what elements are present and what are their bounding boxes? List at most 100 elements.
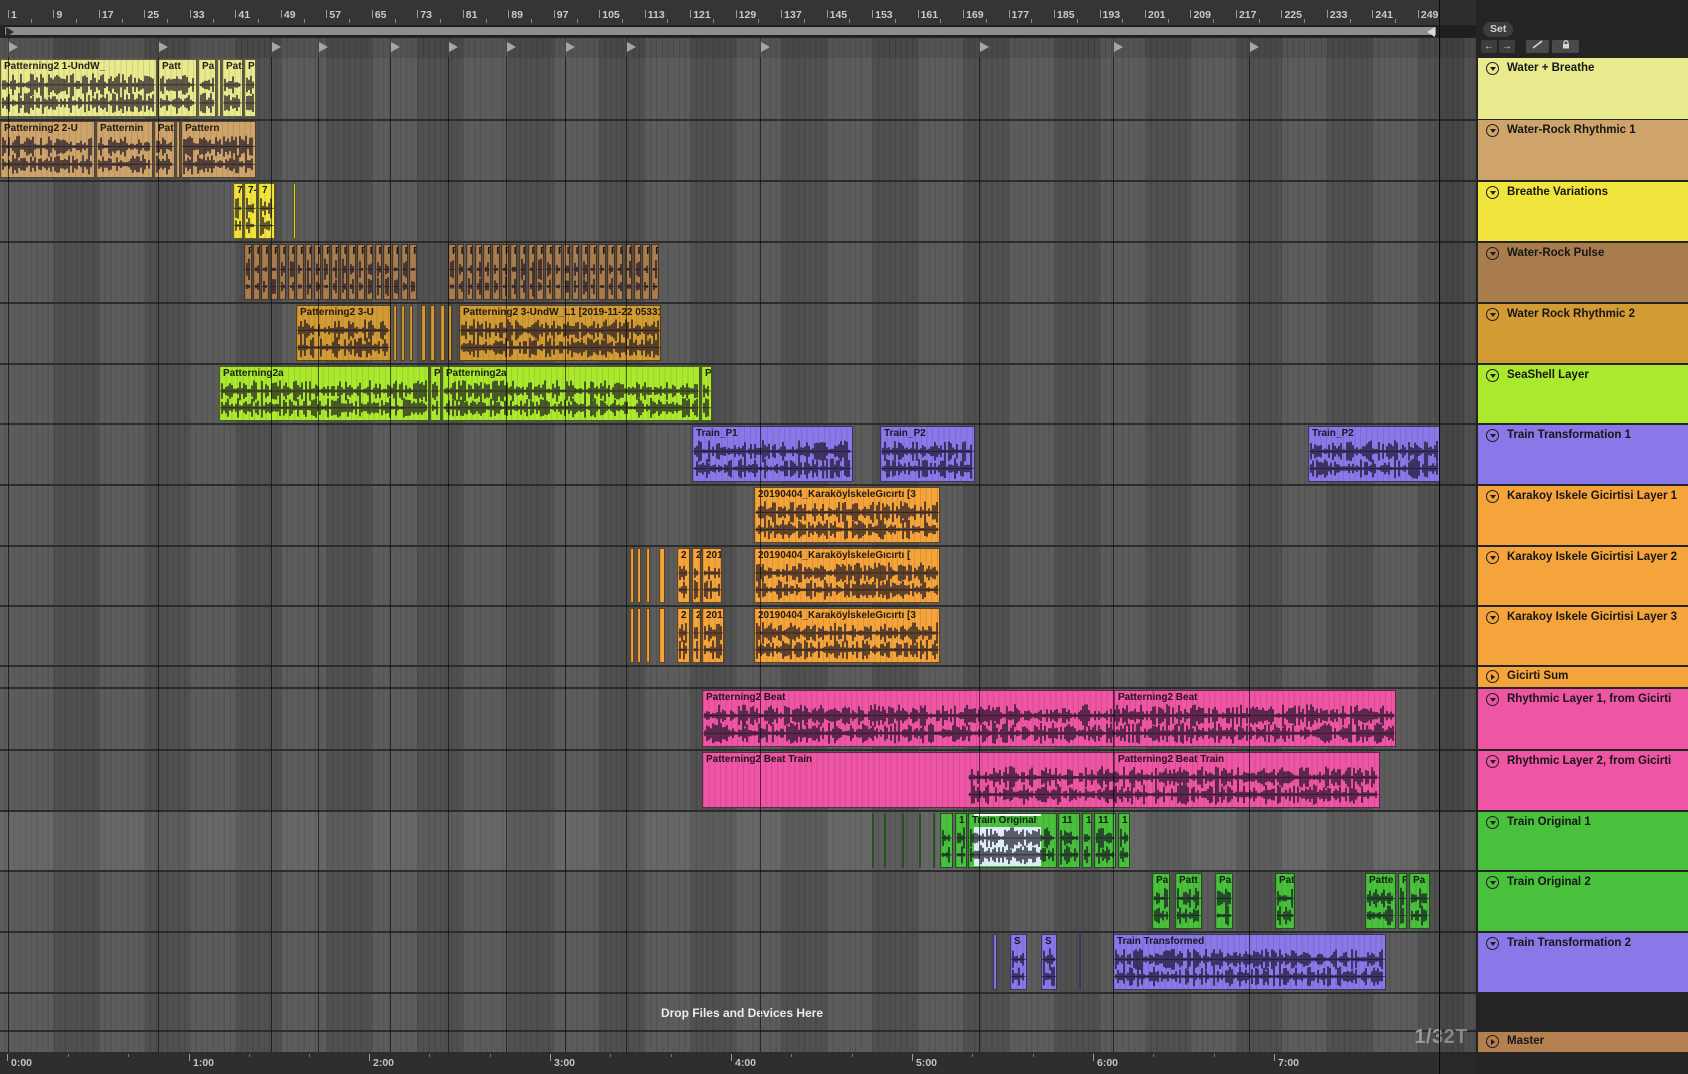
clip-1[interactable]: 1 (1082, 813, 1092, 868)
clip-p[interactable]: P (536, 244, 544, 300)
track-header-water-rock-rhythmic-2[interactable]: Water Rock Rhythmic 2 (1478, 304, 1688, 363)
clip-p[interactable]: P (572, 244, 580, 300)
clip-p[interactable]: P (296, 244, 304, 300)
clip-patterning2-2-u[interactable]: Patterning2 2-U (0, 121, 95, 178)
clip-sliver[interactable] (421, 305, 426, 361)
clip-sliver[interactable] (902, 813, 904, 868)
prev-locator-button[interactable]: ← (1481, 40, 1497, 53)
clip-sliver[interactable] (646, 608, 650, 663)
clip-clip[interactable] (940, 813, 953, 868)
clip-2[interactable]: 2 (677, 608, 690, 663)
clip-patterning2a[interactable]: Patterning2a (219, 366, 429, 421)
clip-patterning2-3-undw-l1-2019-11-22-053313[interactable]: Patterning2 3-UndW_L1 [2019-11-22 053313… (459, 305, 661, 361)
clip-sliver[interactable] (630, 548, 634, 603)
clip-1[interactable]: 1 (955, 813, 967, 868)
clip-patterning2-beat-train[interactable]: Patterning2 Beat TrainPatterning2 Beat T… (702, 752, 1380, 808)
clip-2[interactable]: 2 (692, 608, 701, 663)
clip-p[interactable]: P (253, 244, 261, 300)
clip-sliver[interactable] (933, 813, 935, 868)
clip-p[interactable]: P (348, 244, 356, 300)
clip-sliver[interactable] (217, 59, 221, 117)
unfold-track-icon[interactable] (1486, 670, 1499, 683)
clip-sliver[interactable] (884, 813, 886, 868)
clip-p[interactable]: P (554, 244, 562, 300)
clip-20190[interactable]: 20190 (702, 608, 724, 663)
clip-p[interactable]: P (457, 244, 465, 300)
clip-p[interactable]: P (366, 244, 374, 300)
track-header-train-original-1[interactable]: Train Original 1 (1478, 812, 1688, 870)
clip-sliver[interactable] (393, 305, 397, 361)
clip-train-p1[interactable]: Train_P1 (692, 426, 853, 482)
track-header-water-rock-pulse[interactable]: Water-Rock Pulse (1478, 243, 1688, 302)
clip-sliver[interactable] (401, 305, 405, 361)
clip-sliver[interactable] (919, 813, 921, 868)
clip-patterning2a[interactable]: Patterning2a (442, 366, 700, 421)
clip-p[interactable]: P (581, 244, 589, 300)
clip-train-p2[interactable]: Train_P2 (880, 426, 975, 482)
set-locator-button[interactable]: Set (1483, 22, 1513, 37)
lock-envelopes-button[interactable] (1552, 40, 1579, 53)
clip-patt[interactable]: Patt (158, 59, 197, 117)
track-header-seashell-layer[interactable]: SeaShell Layer (1478, 365, 1688, 423)
clip-p[interactable]: P (409, 244, 417, 300)
fold-track-icon[interactable] (1486, 124, 1499, 137)
track-header-karakoy-iskele-gicirtisi-layer-1[interactable]: Karakoy Iskele Gicirtisi Layer 1 (1478, 486, 1688, 545)
next-locator-button[interactable]: → (1499, 40, 1515, 53)
clip-p[interactable]: P (492, 244, 500, 300)
clip-patternin[interactable]: Patternin (96, 121, 153, 178)
clip-p[interactable]: P (528, 244, 536, 300)
fold-track-icon[interactable] (1486, 816, 1499, 829)
clip-sliver[interactable] (993, 934, 997, 990)
clip-p[interactable]: P (392, 244, 400, 300)
clip-p[interactable]: P (483, 244, 491, 300)
clip-patte[interactable]: Patte (222, 59, 243, 117)
clip-7[interactable]: 7 (233, 183, 243, 239)
clip-pa[interactable]: Pa (430, 366, 441, 421)
time-ruler[interactable]: 0:001:002:003:004:005:006:007:00 (0, 1052, 1476, 1074)
clip-train-original[interactable]: Train Original (968, 813, 1057, 868)
clip-sliver[interactable] (1079, 934, 1081, 990)
fold-track-icon[interactable] (1486, 937, 1499, 950)
clip-sliver[interactable] (630, 608, 634, 663)
track-header-master[interactable]: Master (1478, 1032, 1688, 1052)
fold-track-icon[interactable] (1486, 490, 1499, 503)
track-header-train-transformation-1[interactable]: Train Transformation 1 (1478, 425, 1688, 484)
clip-p[interactable]: P (598, 244, 606, 300)
clip-patterning2-3-u[interactable]: Patterning2 3-U (296, 305, 391, 361)
clip-patterning2-beat[interactable]: Patterning2 BeatPatterning2 Beat (702, 690, 1396, 747)
track-header-train-transformation-2[interactable]: Train Transformation 2 (1478, 933, 1688, 992)
clip-p[interactable]: P (288, 244, 296, 300)
clip-train-p2[interactable]: Train_P2 (1308, 426, 1440, 482)
clip-p[interactable]: P (322, 244, 330, 300)
clip-2[interactable]: 2 (677, 548, 690, 603)
fold-track-icon[interactable] (1486, 62, 1499, 75)
clip-7[interactable]: 7 (258, 183, 275, 239)
clip-1[interactable]: 1 (1118, 813, 1130, 868)
clip-p[interactable]: P (616, 244, 624, 300)
clip-pattern[interactable]: Pattern (181, 121, 256, 178)
track-header-karakoy-iskele-gicirtisi-layer-2[interactable]: Karakoy Iskele Gicirtisi Layer 2 (1478, 547, 1688, 605)
clip-p[interactable]: P (501, 244, 509, 300)
clip-p[interactable]: P (401, 244, 409, 300)
fold-track-icon[interactable] (1486, 876, 1499, 889)
clip-sliver[interactable] (430, 305, 435, 361)
clip-sliver[interactable] (872, 813, 874, 868)
clip-2019[interactable]: 2019 (702, 548, 722, 603)
clip-p[interactable]: P (448, 244, 456, 300)
fold-track-icon[interactable] (1486, 369, 1499, 382)
track-header-water-rock-rhythmic-1[interactable]: Water-Rock Rhythmic 1 (1478, 120, 1688, 180)
clip-patte[interactable]: Patte (1365, 873, 1396, 929)
clip-s[interactable]: S (1041, 934, 1057, 990)
track-header-rhythmic-layer-2-from-gicirti[interactable]: Rhythmic Layer 2, from Gicirti (1478, 751, 1688, 810)
track-header-rhythmic-layer-1-from-gicirti[interactable]: Rhythmic Layer 1, from Gicirti (1478, 689, 1688, 749)
fold-track-icon[interactable] (1486, 247, 1499, 260)
clip-sliver[interactable] (637, 548, 641, 603)
clip-sliver[interactable] (637, 608, 641, 663)
clip-p[interactable]: P (519, 244, 527, 300)
clip-p[interactable]: P (466, 244, 474, 300)
clip-pat[interactable]: Pat (1275, 873, 1295, 929)
clip-pa[interactable]: Pa (244, 59, 256, 117)
clip-2[interactable]: 2 (692, 548, 701, 603)
clip-pa[interactable]: Pa (1409, 873, 1430, 929)
fold-track-icon[interactable] (1486, 611, 1499, 624)
